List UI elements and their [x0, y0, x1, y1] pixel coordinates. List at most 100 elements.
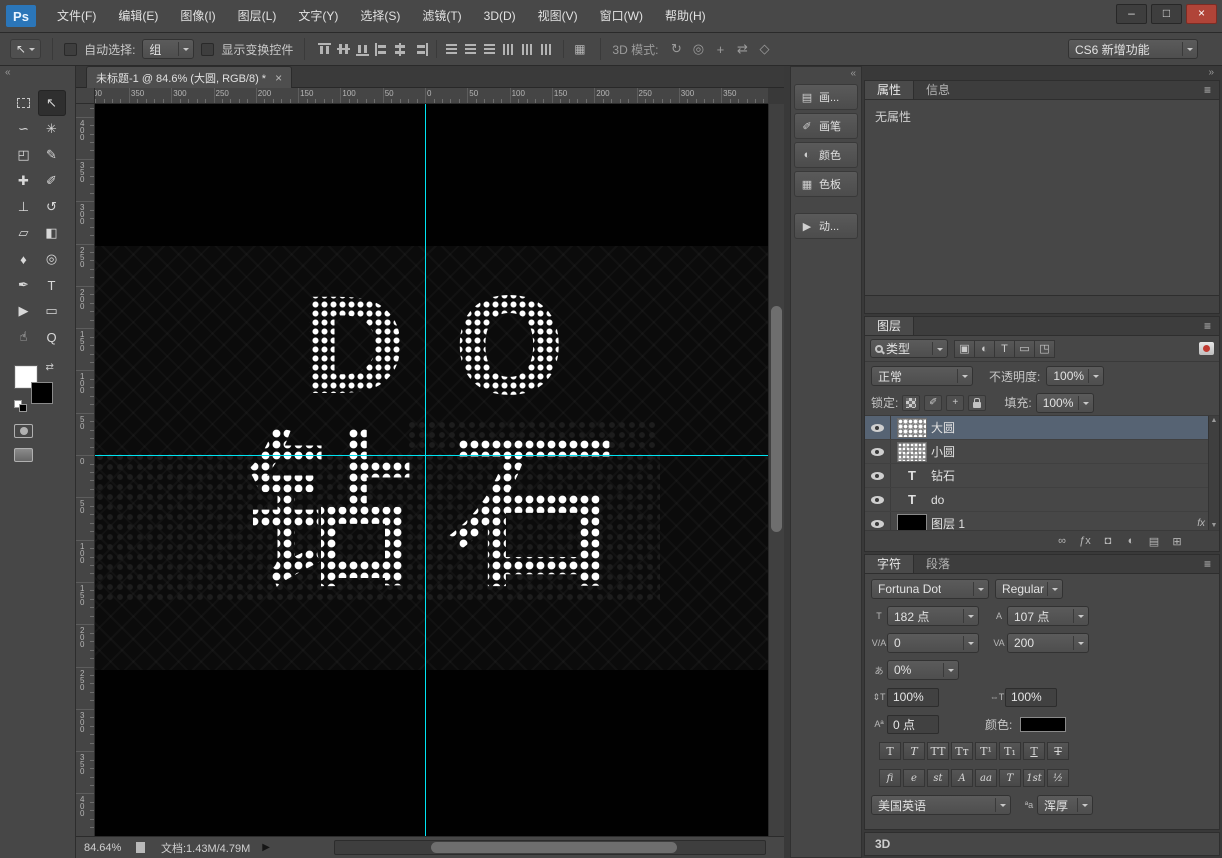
- crop-tool[interactable]: ◰: [10, 142, 38, 168]
- collapse-right-dock-chevron[interactable]: »: [864, 66, 1222, 80]
- maximize-button[interactable]: □: [1151, 4, 1182, 24]
- menu-item[interactable]: 文件(F): [46, 0, 107, 33]
- spot-healing-brush-tool[interactable]: ✚: [10, 168, 38, 194]
- 3d-mode-icon-0[interactable]: ↻: [665, 39, 687, 59]
- layer-row[interactable]: 大圆: [865, 416, 1219, 440]
- gradient-tool[interactable]: ◧: [38, 220, 66, 246]
- baseline-shift-input[interactable]: 0 点: [887, 715, 939, 734]
- canvas[interactable]: DO 钻石: [95, 104, 768, 836]
- quick-mask-button[interactable]: [14, 424, 33, 438]
- vertical-scrollbar-thumb[interactable]: [771, 306, 782, 532]
- rectangular-marquee-tool[interactable]: [10, 90, 38, 116]
- lasso-tool[interactable]: ∽: [10, 116, 38, 142]
- tracking-dropdown[interactable]: 200: [1007, 633, 1089, 653]
- layers-scrollbar[interactable]: ▲▼: [1208, 416, 1219, 530]
- new-group-icon[interactable]: ▤: [1147, 535, 1161, 548]
- clone-stamp-tool[interactable]: ⊥: [10, 194, 38, 220]
- lock-image-pixels-button[interactable]: ✐: [924, 395, 942, 411]
- 3d-mode-icon-3[interactable]: ⇄: [731, 39, 753, 59]
- layer-filter-toggle[interactable]: [1199, 342, 1214, 355]
- swap-colors-icon[interactable]: ⇄: [46, 362, 54, 373]
- visibility-cell[interactable]: [865, 512, 891, 531]
- vertical-scrollbar[interactable]: [768, 104, 784, 836]
- fractions-button[interactable]: ½: [1047, 769, 1069, 787]
- menu-item[interactable]: 3D(D): [473, 0, 527, 33]
- small-caps-button[interactable]: Tᴛ: [951, 742, 973, 760]
- tab-properties[interactable]: 属性: [865, 81, 914, 99]
- eye-icon[interactable]: [871, 520, 884, 528]
- menu-item[interactable]: 视图(V): [527, 0, 589, 33]
- layer-row[interactable]: T钻石: [865, 464, 1219, 488]
- filter-pixel-layers-icon[interactable]: ▣: [954, 340, 975, 358]
- move-tool[interactable]: ↖: [38, 90, 66, 116]
- layer-thumbnail[interactable]: [897, 418, 927, 438]
- path-selection-tool[interactable]: ▶: [10, 298, 38, 324]
- history-brush-tool[interactable]: ↺: [38, 194, 66, 220]
- titling-alternates-button[interactable]: T: [999, 769, 1021, 787]
- strikethrough-button[interactable]: T: [1047, 742, 1069, 760]
- anti-alias-dropdown[interactable]: 浑厚: [1037, 795, 1093, 815]
- brush-panel-button[interactable]: ✐画笔: [794, 113, 858, 139]
- 3d-panel-bar[interactable]: 3D: [864, 832, 1220, 856]
- distribute-bottom-edges-icon[interactable]: [483, 43, 498, 56]
- tab-paragraph[interactable]: 段落: [914, 555, 962, 573]
- layer-thumbnail[interactable]: T: [897, 466, 927, 486]
- kerning-dropdown[interactable]: 0: [887, 633, 979, 653]
- add-layer-mask-icon[interactable]: ◘: [1101, 535, 1115, 547]
- text-color-swatch[interactable]: [1020, 717, 1066, 732]
- leading-dropdown[interactable]: 107 点: [1007, 606, 1089, 626]
- color-panel-button[interactable]: ◐颜色: [794, 142, 858, 168]
- distribute-top-edges-icon[interactable]: [445, 43, 460, 56]
- brush-tool[interactable]: ✐: [38, 168, 66, 194]
- blend-mode-dropdown[interactable]: 正常: [871, 366, 973, 386]
- layer-thumbnail[interactable]: [897, 442, 927, 462]
- pen-tool[interactable]: ✒: [10, 272, 38, 298]
- rectangle-tool[interactable]: ▭: [38, 298, 66, 324]
- visibility-cell[interactable]: [865, 416, 891, 439]
- minimize-button[interactable]: –: [1116, 4, 1147, 24]
- eye-icon[interactable]: [871, 448, 884, 456]
- discretionary-ligatures-button[interactable]: st: [927, 769, 949, 787]
- menu-item[interactable]: 帮助(H): [654, 0, 717, 33]
- eye-icon[interactable]: [871, 472, 884, 480]
- actions-panel-button[interactable]: ▶动...: [794, 213, 858, 239]
- distribute-right-edges-icon[interactable]: [540, 43, 555, 56]
- horizontal-scale-input[interactable]: 100%: [1005, 688, 1057, 707]
- auto-select-checkbox[interactable]: [64, 43, 77, 56]
- new-adjustment-layer-icon[interactable]: ◐: [1124, 535, 1138, 547]
- menu-item[interactable]: 滤镜(T): [411, 0, 472, 33]
- collapse-dock-chevron[interactable]: «: [791, 67, 861, 81]
- all-caps-button[interactable]: TT: [927, 742, 949, 760]
- filter-adjustment-layers-icon[interactable]: ◐: [974, 340, 995, 358]
- ligatures-button[interactable]: fi: [879, 769, 901, 787]
- lock-transparent-pixels-button[interactable]: [902, 395, 920, 411]
- layer-row[interactable]: 小圆: [865, 440, 1219, 464]
- panel-menu-icon[interactable]: ≡: [1196, 555, 1219, 573]
- new-layer-icon[interactable]: ⊞: [1170, 535, 1184, 548]
- vertical-scale-input[interactable]: 100%: [887, 688, 939, 707]
- zoom-level[interactable]: 84.64%: [84, 842, 130, 854]
- screen-mode-button[interactable]: [14, 448, 33, 462]
- menu-item[interactable]: 图像(I): [169, 0, 226, 33]
- layer-thumbnail[interactable]: [897, 514, 927, 532]
- panel-menu-icon[interactable]: ≡: [1196, 317, 1219, 335]
- horizontal-scrollbar[interactable]: [334, 840, 766, 855]
- layer-style-icon[interactable]: ƒx: [1078, 535, 1092, 547]
- font-family-dropdown[interactable]: Fortuna Dot: [871, 579, 989, 599]
- superscript-button[interactable]: T¹: [975, 742, 997, 760]
- background-color-swatch[interactable]: [31, 382, 53, 404]
- status-options-arrow[interactable]: ▶: [262, 842, 270, 853]
- align-right-edges-icon[interactable]: [413, 43, 428, 56]
- subscript-button[interactable]: T₁: [999, 742, 1021, 760]
- filter-type-layers-icon[interactable]: T: [994, 340, 1015, 358]
- distribute-vertical-centers-icon[interactable]: [464, 43, 479, 56]
- language-dropdown[interactable]: 美国英语: [871, 795, 1011, 815]
- type-tool[interactable]: T: [38, 272, 66, 298]
- align-left-edges-icon[interactable]: [375, 43, 390, 56]
- eye-icon[interactable]: [871, 424, 884, 432]
- eyedropper-tool[interactable]: ✎: [38, 142, 66, 168]
- visibility-cell[interactable]: [865, 440, 891, 463]
- filter-smart-objects-icon[interactable]: ◳: [1034, 340, 1055, 358]
- dodge-tool[interactable]: ◎: [38, 246, 66, 272]
- align-bottom-edges-icon[interactable]: [356, 43, 371, 56]
